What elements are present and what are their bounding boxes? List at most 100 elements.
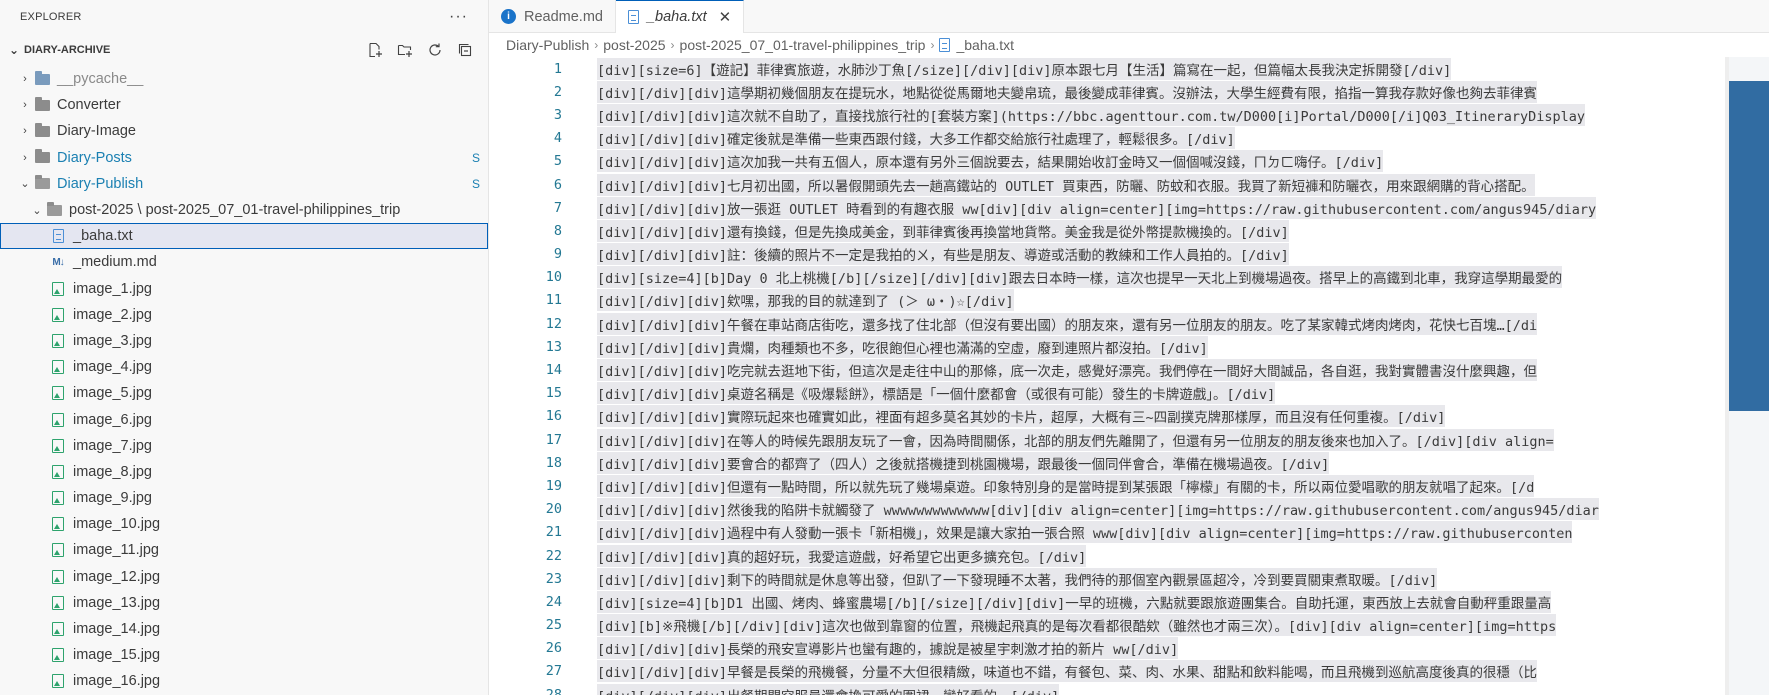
tree-item[interactable]: image_1.jpg (0, 276, 488, 302)
tree-item[interactable]: image_5.jpg (0, 380, 488, 406)
code-line: 22 [div][/div][div]真的超好玩，我愛這遊戲，好希望它出更多擴充包… (489, 544, 1769, 567)
chevron-right-icon[interactable]: › (16, 125, 34, 137)
image-file-icon (50, 438, 66, 454)
folder-icon (34, 96, 50, 113)
tree-item-label: image_9.jpg (73, 490, 152, 507)
code-text: [div][/div][div]還有換錢，但是先換成美金，到菲律賓後再換當地貨幣… (597, 219, 1289, 242)
tab-readme[interactable]: i Readme.md (489, 0, 616, 33)
image-file-icon (50, 333, 66, 349)
code-line: 27 [div][/div][div]早餐是長榮的飛機餐，分量不大但很精緻，味道也… (489, 660, 1769, 683)
tree-item[interactable]: image_3.jpg (0, 328, 488, 354)
workspace-title: DIARY-ARCHIVE (24, 43, 111, 56)
tree-item-label: image_2.jpg (73, 306, 152, 323)
minimap-slider[interactable] (1729, 81, 1769, 411)
tree-item[interactable]: ⌄ Diary-Publish S (0, 171, 488, 197)
code-text: [div][/div][div]七月初出國，所以暑假開頭先去一趟高鐵站的 OUT… (597, 173, 1535, 196)
line-number: 18 (545, 454, 562, 471)
line-number: 19 (545, 477, 562, 494)
breadcrumb-item[interactable]: _baha.txt (956, 37, 1014, 53)
tab-label: _baha.txt (646, 9, 707, 25)
line-number: 6 (553, 176, 562, 193)
tree-item[interactable]: image_16.jpg (0, 668, 488, 694)
minimap[interactable] (1729, 57, 1769, 695)
code-line: 14 [div][/div][div]吃完就去逛地下街，但這次是走往中山的那條，底… (489, 358, 1769, 382)
tree-item[interactable]: image_4.jpg (0, 354, 488, 380)
line-number: 8 (553, 222, 562, 239)
tree-item[interactable]: image_13.jpg (0, 590, 488, 616)
new-folder-icon[interactable] (394, 39, 416, 61)
code-editor[interactable]: 1 [div][size=6]【遊記】菲律賓旅遊，水肺沙丁魚[/size][/di… (489, 57, 1769, 695)
line-number: 15 (545, 385, 562, 402)
refresh-icon[interactable] (424, 39, 446, 61)
explorer-title: EXPLORER (20, 10, 82, 23)
vscode-window: EXPLORER ··· ⌄ DIARY-ARCHIVE › __pycache… (0, 0, 1769, 695)
tree-item-label: _baha.txt (73, 228, 133, 245)
chevron-right-icon[interactable]: › (16, 152, 34, 164)
code-line: 7 [div][/div][div]放一張逛 OUTLET 時看到的有趣衣服 ww… (489, 196, 1769, 219)
line-number: 11 (545, 292, 562, 309)
tree-item[interactable]: M↓ _medium.md (0, 249, 488, 275)
tree-item[interactable]: › __pycache__ (0, 66, 488, 92)
code-line: 23 [div][/div][div]剩下的時間就是休息等出發，但趴了一下發現睡不… (489, 567, 1769, 590)
image-file-icon (50, 490, 66, 506)
tab-baha-txt[interactable]: _baha.txt ✕ (615, 0, 745, 33)
image-file-icon (50, 542, 66, 558)
python-folder-icon (34, 70, 50, 87)
more-actions-icon[interactable]: ··· (449, 8, 468, 26)
tree-item[interactable]: image_15.jpg (0, 642, 488, 668)
tree-item-label: image_16.jpg (73, 673, 161, 690)
tree-item[interactable]: image_14.jpg (0, 616, 488, 642)
tree-item[interactable]: › Diary-Image (0, 118, 488, 144)
chevron-right-icon[interactable]: › (16, 73, 34, 85)
explorer-header: EXPLORER ··· (0, 0, 488, 33)
tree-item[interactable]: image_8.jpg (0, 459, 488, 485)
line-number: 25 (545, 617, 562, 634)
workspace-section-header[interactable]: ⌄ DIARY-ARCHIVE (0, 33, 488, 66)
image-file-icon (50, 281, 66, 297)
tree-item[interactable]: image_9.jpg (0, 485, 488, 511)
code-text: [div][/div][div]要會合的都齊了（四人）之後就搭機捷到桃園機場，跟… (597, 451, 1330, 474)
tree-item[interactable]: › Diary-Posts S (0, 145, 488, 171)
line-number: 9 (553, 246, 562, 263)
tree-item-label: Diary-Posts (57, 149, 132, 166)
tree-item-label: Diary-Publish (57, 175, 144, 192)
code-text: [div][size=4][b]Day 0 北上桃機[/b][/size][/d… (597, 266, 1563, 289)
breadcrumb-separator: › (594, 38, 599, 52)
breadcrumb-item[interactable]: post-2025_07_01-travel-philippines_trip (680, 37, 926, 53)
collapse-all-icon[interactable] (454, 39, 476, 61)
explorer-sidebar: EXPLORER ··· ⌄ DIARY-ARCHIVE › __pycache… (0, 0, 489, 695)
tree-item-label: __pycache__ (57, 71, 144, 88)
tree-item[interactable]: _baha.txt (0, 223, 488, 250)
image-file-icon (50, 464, 66, 480)
line-number: 4 (553, 130, 562, 147)
chevron-down-icon: ⌄ (8, 42, 20, 57)
tree-item-label: Converter (57, 97, 121, 114)
image-file-icon (50, 385, 66, 401)
tree-item[interactable]: image_10.jpg (0, 511, 488, 537)
line-number: 26 (545, 640, 562, 657)
new-file-icon[interactable] (364, 39, 386, 61)
code-line: 25 [div][b]※飛機[/b][/div][div]這次也做到靠窗的位置，飛… (489, 614, 1769, 637)
image-file-icon (50, 307, 66, 323)
tree-item[interactable]: image_6.jpg (0, 406, 488, 432)
code-text: [div][/div][div]這學期初幾個朋友在提玩水，地點從從馬爾地夫變帛琉… (597, 80, 1538, 103)
chevron-right-icon[interactable]: › (16, 99, 34, 111)
chevron-down-icon[interactable]: ⌄ (28, 204, 46, 217)
breadcrumb-item[interactable]: post-2025 (603, 37, 665, 53)
code-line: 17 [div][/div][div]在等人的時候先跟朋友玩了一會，因為時間關係，… (489, 428, 1769, 451)
line-number: 24 (545, 593, 562, 610)
breadcrumb-item[interactable]: Diary-Publish (506, 37, 589, 53)
tree-item[interactable]: ⌄ post-2025 \ post-2025_07_01-travel-phil… (0, 197, 488, 223)
close-icon[interactable]: ✕ (719, 8, 732, 26)
code-text: [div][/div][div]在等人的時候先跟朋友玩了一會，因為時間關係，北部… (597, 428, 1554, 451)
tree-item[interactable]: image_2.jpg (0, 302, 488, 328)
line-number: 1 (553, 60, 562, 77)
chevron-down-icon[interactable]: ⌄ (16, 177, 34, 190)
tree-item[interactable]: image_7.jpg (0, 433, 488, 459)
tree-item[interactable]: › Converter (0, 92, 488, 118)
tree-item[interactable]: image_11.jpg (0, 537, 488, 563)
git-status-badge: S (471, 176, 480, 191)
code-text: [div][/div][div]長榮的飛安宣導影片也蠻有趣的，據說是被星宇刺激才… (597, 637, 1179, 660)
tree-item[interactable]: image_12.jpg (0, 564, 488, 590)
line-number: 20 (545, 501, 562, 518)
